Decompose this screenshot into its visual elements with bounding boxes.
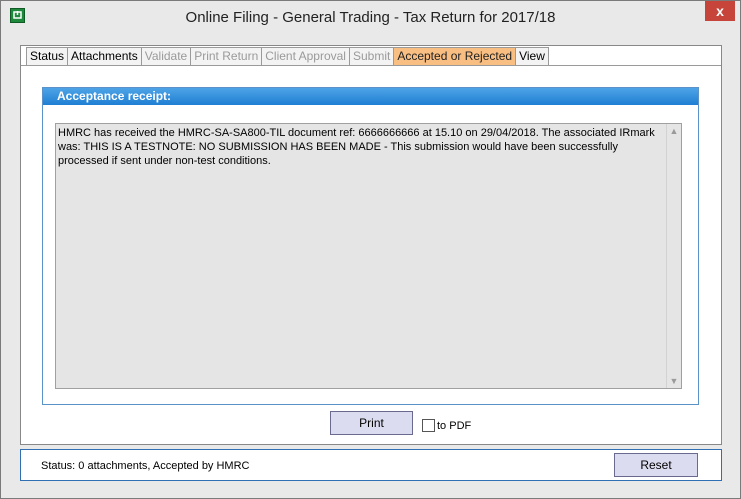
receipt-text-content: HMRC has received the HMRC-SA-SA800-TIL … [58, 127, 655, 167]
status-panel: Status: 0 attachments, Accepted by HMRC … [20, 449, 722, 481]
tab-strip: Status Attachments Validate Print Return Cli… [26, 47, 549, 66]
tab-client-approval: Client Approval [261, 47, 350, 65]
to-pdf-label: to PDF [437, 420, 472, 432]
close-button[interactable]: x [705, 1, 735, 21]
receipt-textarea[interactable]: HMRC has received the HMRC-SA-SA800-TIL … [55, 123, 682, 389]
chevron-down-icon[interactable]: ▼ [667, 374, 681, 388]
acceptance-receipt-group: Acceptance receipt: HMRC has received th… [42, 87, 699, 405]
tab-accepted-or-rejected[interactable]: Accepted or Rejected [393, 47, 517, 65]
print-button[interactable]: Print [330, 411, 413, 435]
online-filing-window: Online Filing - General Trading - Tax Re… [0, 0, 741, 499]
tab-divider [21, 65, 721, 66]
receipt-header: Acceptance receipt: [43, 88, 698, 105]
chevron-up-icon[interactable]: ▲ [667, 124, 681, 138]
tab-submit: Submit [348, 47, 395, 65]
tab-print-return: Print Return [190, 47, 263, 65]
tab-attachments[interactable]: Attachments [67, 47, 142, 65]
vertical-scrollbar[interactable]: ▲ ▼ [666, 124, 681, 388]
tab-view[interactable]: View [515, 47, 549, 65]
tab-validate: Validate [140, 47, 192, 65]
status-text: Status: 0 attachments, Accepted by HMRC [41, 460, 250, 472]
reset-button[interactable]: Reset [614, 453, 698, 477]
window-title: Online Filing - General Trading - Tax Re… [185, 9, 556, 26]
to-pdf-checkbox[interactable] [422, 419, 435, 432]
title-bar: Online Filing - General Trading - Tax Re… [1, 1, 740, 33]
tab-status[interactable]: Status [26, 47, 69, 65]
